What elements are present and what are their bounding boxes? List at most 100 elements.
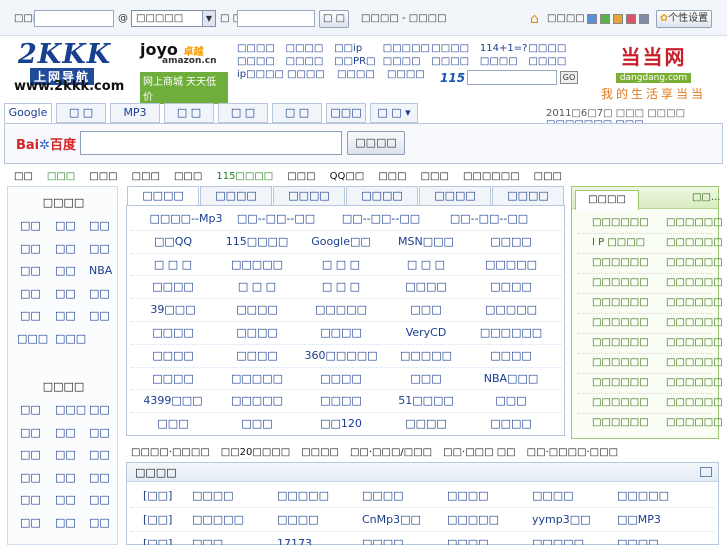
center-link[interactable]: 115□□□□ [215,235,299,248]
right-panel-link[interactable]: □□□□□□ [592,317,649,328]
center-link[interactable]: □ □ □ [299,258,383,271]
list-link[interactable]: CnMp3□□ [362,513,421,526]
skin-green-swatch[interactable] [600,14,610,24]
right-panel-link[interactable]: □□□□□□ [666,217,723,228]
right-panel-tab[interactable]: □□□□ [575,190,639,210]
center-link[interactable]: □□□□ [215,303,299,316]
center-link[interactable]: □□□□ [469,280,553,293]
sidebar-link[interactable]: □□ [20,516,41,529]
list-link[interactable]: □□□□□ [532,537,584,545]
center-link[interactable]: □□□□□ [215,394,299,407]
center-tab[interactable]: □□□□ [200,186,272,206]
register-links[interactable]: □□□□ - □□□□ [361,13,447,24]
sidebar-link[interactable]: □□ [89,448,110,461]
skin-gray-swatch[interactable] [639,14,649,24]
sidebar-link[interactable]: □□ [55,448,76,461]
center-link[interactable]: □□--□□--□□ [221,212,331,225]
list-link[interactable]: yymp3□□ [532,513,591,526]
center-link[interactable]: □□□□ [299,394,383,407]
nav-link[interactable]: □□□ [132,171,160,185]
center-tab[interactable]: □□□□ [492,186,564,206]
sidebar-link[interactable]: □□ [89,219,110,232]
quick-link[interactable]: □□□□ [286,55,335,68]
center-link[interactable]: □□□□ [299,372,383,385]
nav-link[interactable]: □□□ [89,171,117,185]
quick-link[interactable]: □□□□ [237,42,286,55]
set-homepage-link[interactable]: □□□□ [547,13,585,24]
right-panel-link[interactable]: □□□□□□ [666,277,723,288]
center-link[interactable]: □□□ [384,372,468,385]
sidebar-link[interactable]: □□ [20,264,41,277]
category-tag[interactable]: [□□] [143,489,172,502]
list-link[interactable]: □□□ [192,537,223,545]
center-tab[interactable]: □□□□ [419,186,491,206]
center-link[interactable]: VeryCD [384,326,468,339]
right-panel-link[interactable]: □□□□□□ [592,297,649,308]
sidebar-link[interactable]: □□ [89,403,110,416]
right-panel-link[interactable]: □□□□□□ [666,297,723,308]
right-panel-link[interactable]: □□□□□□ [592,357,649,368]
sidebar-link[interactable]: □□□ [55,332,86,345]
quick-link[interactable]: □□□□ [387,68,437,81]
skin-orange-swatch[interactable] [613,14,623,24]
sidebar-link[interactable]: □□□ [17,332,48,345]
right-panel-link[interactable]: □□□□□□ [666,397,723,408]
center-link[interactable]: □□□□ [384,280,468,293]
center-tab[interactable]: □□□□ [273,186,345,206]
sidebar-link[interactable]: □□ [55,493,76,506]
site-logo[interactable]: 2KKK [18,39,111,70]
center-link[interactable]: □□□□ [131,349,215,362]
right-panel-link[interactable]: □□□□□□ [666,337,723,348]
tab-category[interactable]: □ □ [272,103,322,123]
center-link[interactable]: □□□□ [131,326,215,339]
list-link[interactable]: □□□□ [447,537,489,545]
tab-category[interactable]: □ □ [164,103,214,123]
right-panel-link[interactable]: □□□□□□ [592,257,649,268]
sidebar-link[interactable]: □□□ [55,403,86,416]
center-link[interactable]: □□□□□ [469,303,553,316]
sidebar-link[interactable]: □□ [89,287,110,300]
center-link[interactable]: □□□□□ [299,303,383,316]
115-search-input[interactable] [467,70,557,85]
sidebar-link[interactable]: □□ [55,219,76,232]
tab-google[interactable]: Google [4,103,52,123]
sidebar-link[interactable]: □□ [55,426,76,439]
sidebar-link[interactable]: □□ [89,242,110,255]
center-link[interactable]: □ □ □ [299,280,383,293]
dangdang-ad[interactable]: 当当网 dangdang.com 我的生活享当当 [596,41,711,102]
center-link[interactable]: □□--□□--□□ [434,212,544,225]
right-panel-link[interactable]: □□□□□□ [592,377,649,388]
skin-red-swatch[interactable] [626,14,636,24]
center-link[interactable]: □ □ □ [384,258,468,271]
sidebar-link[interactable]: □□ [55,242,76,255]
nav-link[interactable]: □□□ [47,171,75,185]
list-link[interactable]: □□□□ [192,489,234,502]
tab-mp3[interactable]: MP3 [110,103,160,123]
right-panel-link[interactable]: □□□□□□ [666,377,723,388]
list-link[interactable]: □□□□□ [277,489,329,502]
quick-link[interactable]: □□□□ [383,55,432,68]
category-tag[interactable]: [□□] [143,513,172,526]
nav-link[interactable]: □□□ [174,171,202,185]
center-link[interactable]: □□□□ [469,417,553,430]
quick-link[interactable]: □□□□ [431,55,480,68]
center-link[interactable]: □□□□ [131,280,215,293]
sidebar-link[interactable]: □□ [55,264,76,277]
center-link[interactable]: □ □ □ [131,258,215,271]
center-link[interactable]: 39□□□ [131,303,215,316]
center-link[interactable]: □ □ □ [215,280,299,293]
nav-link[interactable]: □□□□□□ [463,171,520,185]
list-link[interactable]: □□□□ [532,489,574,502]
list-link[interactable]: □□□□□ [447,513,499,526]
joyo-ad[interactable]: joyo 卓越 amazon.cn 网上商城 天天低价 [140,40,228,104]
nav-link[interactable]: □□□ [378,171,406,185]
center-link[interactable]: Google□□ [299,235,383,248]
center-link[interactable]: □□□□ [469,349,553,362]
center-link[interactable]: □□□□□ [215,372,299,385]
list-link[interactable]: □□MP3 [617,513,661,526]
category-tag[interactable]: [□□] [143,537,172,545]
sidebar-link[interactable]: □□ [55,471,76,484]
login-button[interactable]: □ □ [319,10,349,28]
center-link[interactable]: □□□□ [384,417,468,430]
center-link[interactable]: 51□□□□ [384,394,468,407]
